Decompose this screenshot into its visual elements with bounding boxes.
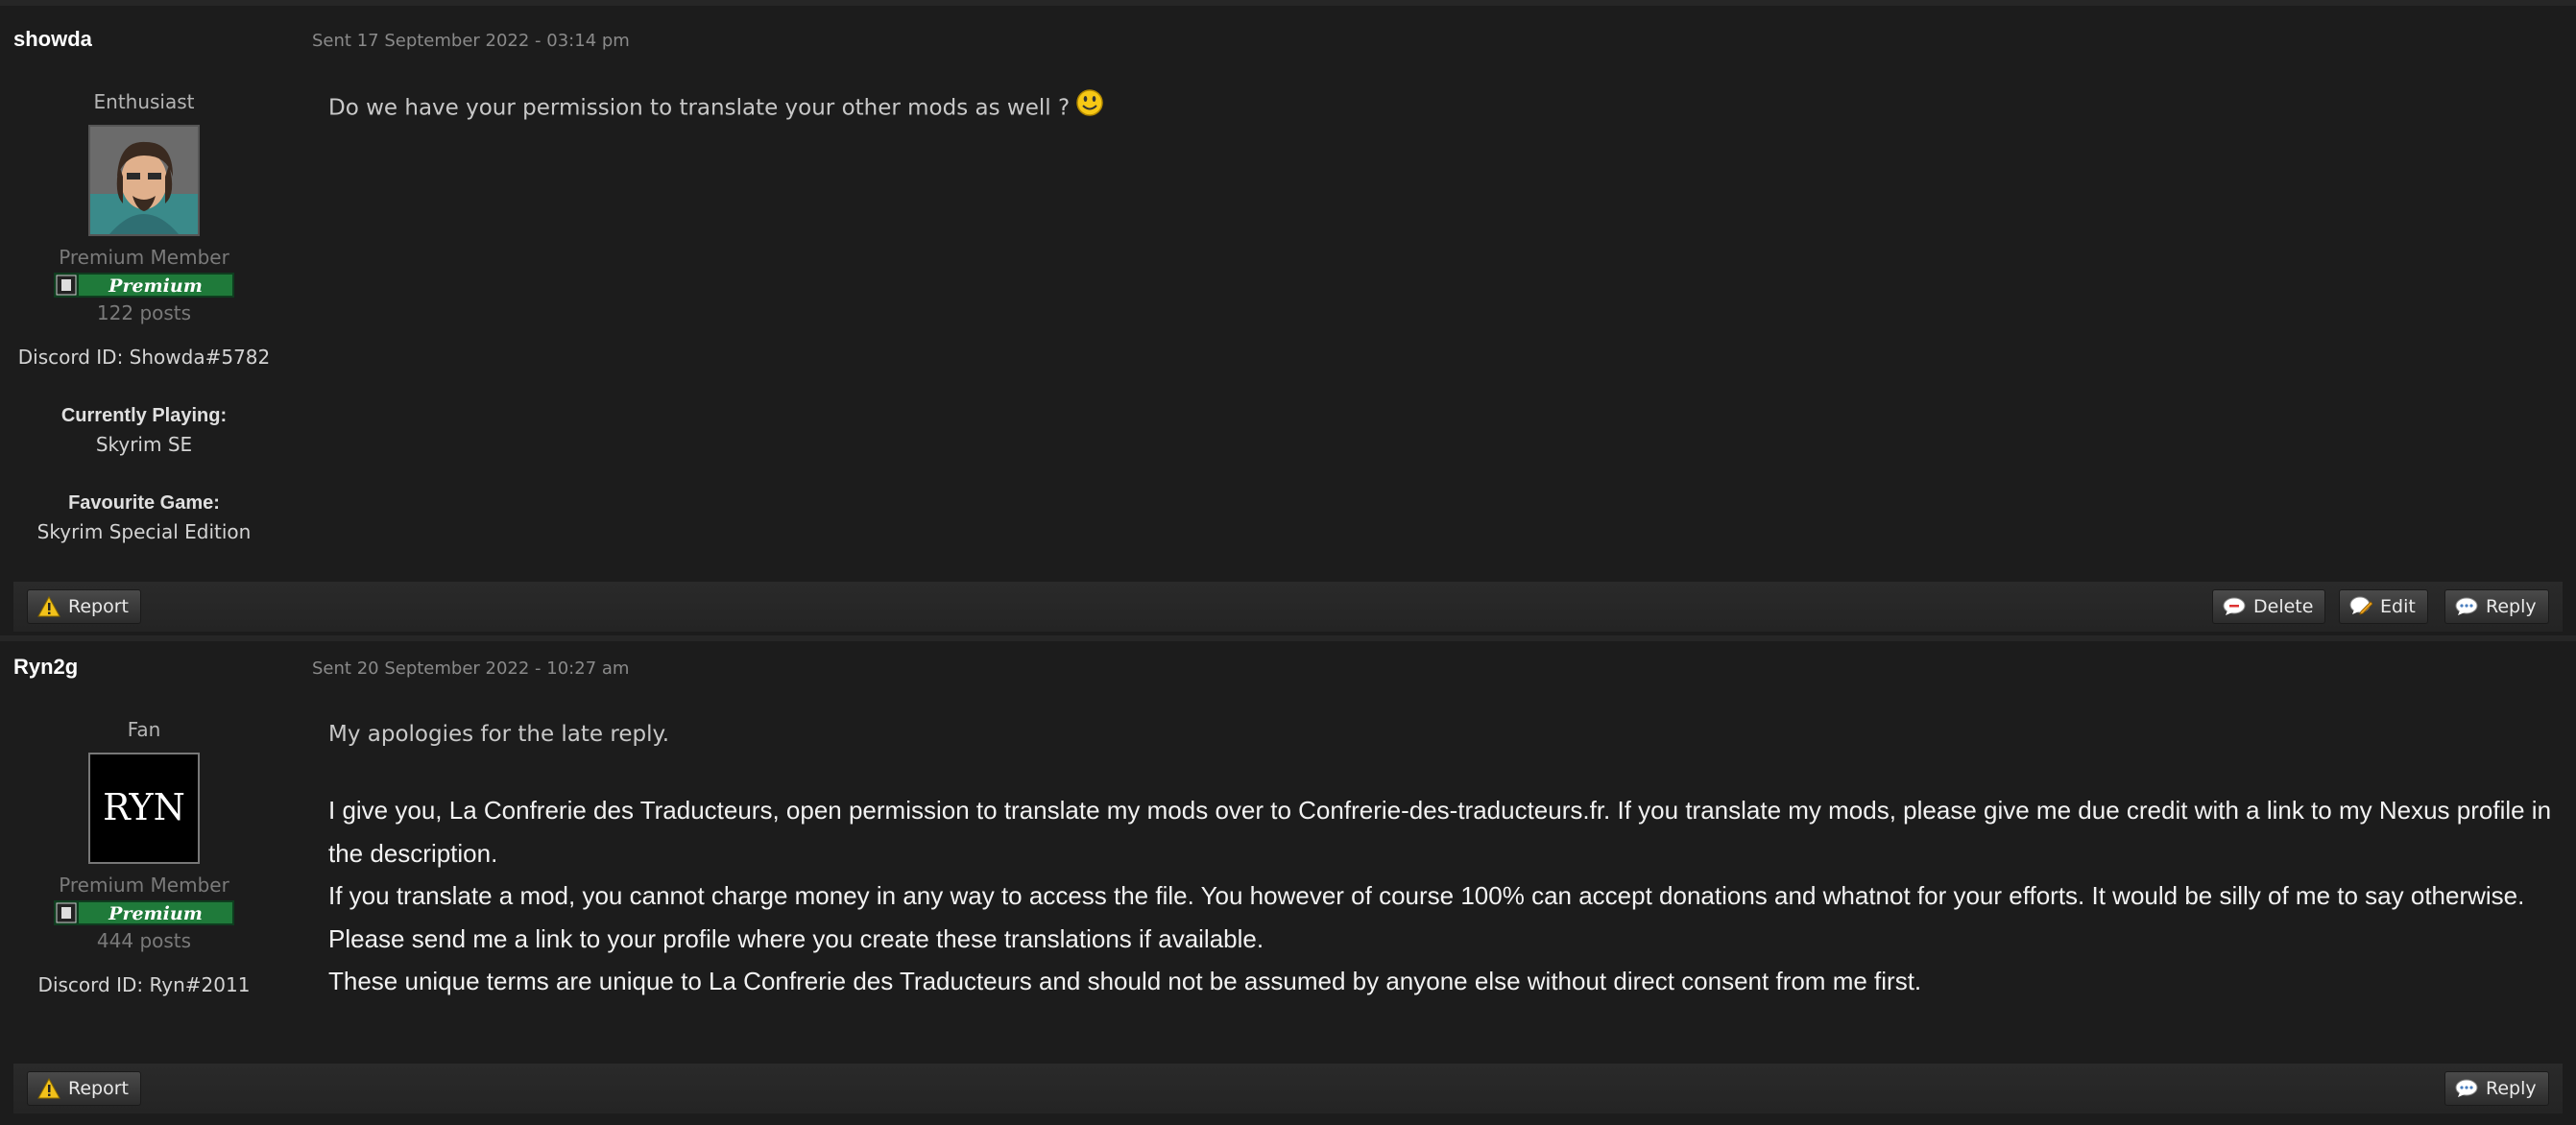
author-rank: Fan	[127, 718, 161, 741]
post-body: I give you, La Confrerie des Traducteurs…	[328, 789, 2556, 1003]
report-button[interactable]: Report	[27, 589, 141, 624]
warning-icon	[37, 596, 60, 617]
delete-button[interactable]: Delete	[2212, 589, 2326, 624]
reply-button[interactable]: Reply	[2444, 1071, 2549, 1106]
post-body: Do we have your permission to translate …	[328, 89, 1104, 123]
avatar[interactable]	[88, 125, 200, 236]
post-timestamp: Sent 20 September 2022 - 10:27 am	[312, 658, 630, 679]
currently-playing-label: Currently Playing:	[60, 405, 228, 426]
post-count: 444 posts	[96, 929, 192, 952]
report-label: Report	[68, 1078, 129, 1099]
reply-bubble-icon	[2455, 597, 2478, 615]
smiley-icon	[1075, 88, 1104, 123]
post-timestamp: Sent 17 September 2022 - 03:14 pm	[312, 31, 630, 51]
reply-button[interactable]: Reply	[2444, 589, 2549, 624]
post: Ryn2g Sent 20 September 2022 - 10:27 am …	[0, 635, 2576, 1125]
favourite-game-label: Favourite Game:	[68, 492, 220, 514]
post-actions-bar: Report Reply	[13, 1064, 2563, 1113]
paragraph: If you translate a mod, you cannot charg…	[328, 881, 2525, 910]
post-count: 122 posts	[96, 301, 192, 324]
member-type: Premium Member	[59, 246, 229, 269]
edit-bubble-icon	[2349, 596, 2372, 615]
paragraph: I give you, La Confrerie des Traducteurs…	[328, 796, 2552, 868]
avatar[interactable]: RYN	[88, 753, 200, 864]
premium-badge: Premium	[54, 900, 234, 925]
post: showda Sent 17 September 2022 - 03:14 pm…	[0, 0, 2576, 639]
paragraph: Please send me a link to your profile wh…	[328, 923, 1264, 953]
favourite-game-value: Skyrim Special Edition	[36, 520, 252, 543]
author-sidebar: Enthusiast Premium Member Premium 122 po…	[0, 90, 288, 543]
reply-label: Reply	[2486, 596, 2537, 617]
avatar-image	[90, 127, 198, 234]
author-rank: Enthusiast	[93, 90, 195, 113]
reply-label: Reply	[2486, 1078, 2537, 1099]
warning-icon	[37, 1078, 60, 1099]
avatar-image: RYN	[90, 754, 198, 862]
currently-playing-value: Skyrim SE	[95, 433, 193, 456]
post-intro: My apologies for the late reply.	[328, 722, 670, 747]
reply-bubble-icon	[2455, 1079, 2478, 1097]
delete-bubble-icon	[2223, 597, 2246, 615]
premium-badge: Premium	[54, 273, 234, 298]
post-actions-bar: Report Delete Edit Reply	[13, 582, 2563, 632]
report-label: Report	[68, 596, 129, 617]
member-type: Premium Member	[59, 874, 229, 897]
post-author[interactable]: Ryn2g	[13, 655, 78, 680]
premium-badge-label: Premium	[108, 275, 203, 297]
message-thread: showda Sent 17 September 2022 - 03:14 pm…	[0, 0, 2576, 1125]
author-sidebar: Fan RYN Premium Member Premium 444 posts…	[0, 718, 288, 996]
delete-label: Delete	[2253, 596, 2314, 617]
post-author[interactable]: showda	[13, 27, 92, 52]
discord-id: Discord ID: Showda#5782	[17, 346, 271, 369]
message-text: Do we have your permission to translate …	[328, 95, 1071, 121]
edit-label: Edit	[2380, 596, 2416, 617]
paragraph: These unique terms are unique to La Conf…	[328, 967, 1922, 995]
edit-button[interactable]: Edit	[2339, 589, 2428, 624]
report-button[interactable]: Report	[27, 1071, 141, 1106]
premium-badge-label: Premium	[108, 903, 203, 924]
discord-id: Discord ID: Ryn#2011	[37, 973, 251, 996]
avatar-text: RYN	[103, 786, 185, 828]
